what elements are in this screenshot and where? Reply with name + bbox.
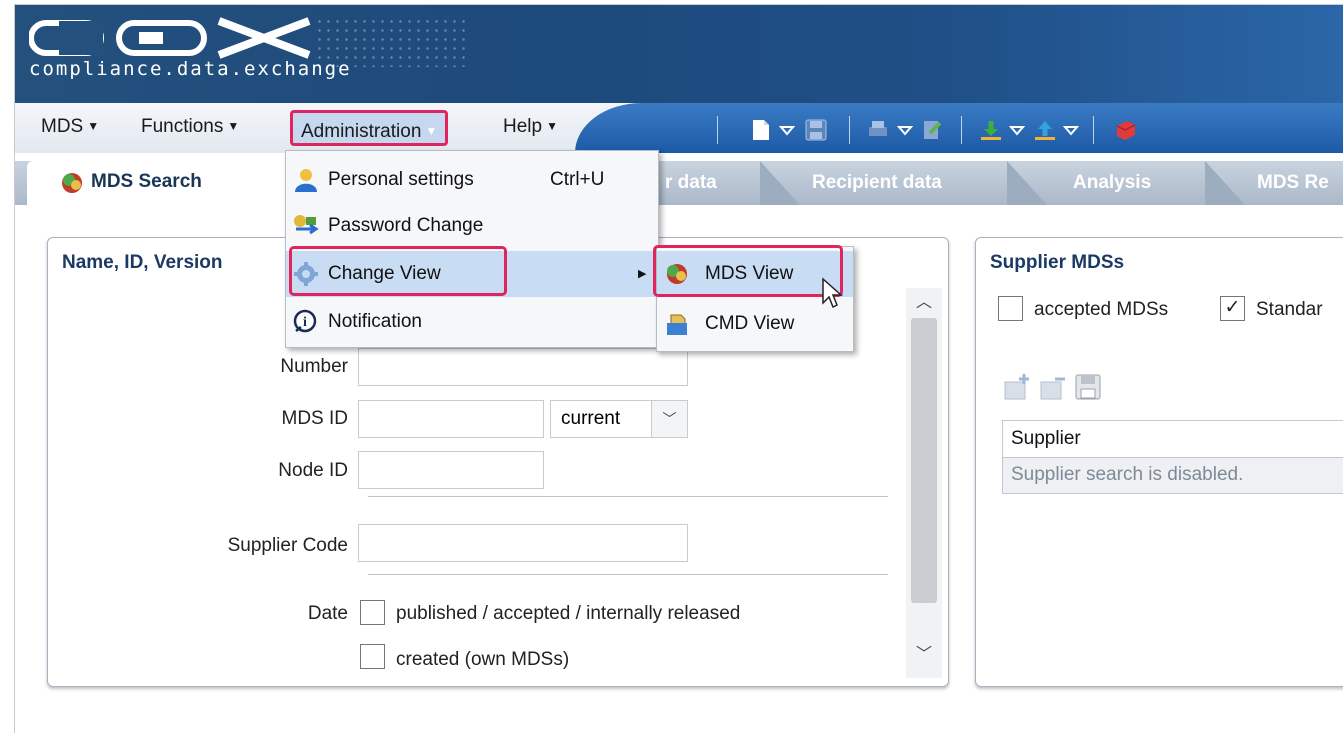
submenu-arrow-icon: ▶ xyxy=(638,268,647,280)
cube-icon[interactable] xyxy=(1113,119,1137,141)
standard-checkbox[interactable]: ✓ xyxy=(1220,296,1245,321)
shortcut-label: Ctrl+U xyxy=(550,169,605,190)
node-id-input[interactable] xyxy=(358,451,544,489)
cmd-view-icon xyxy=(667,314,687,335)
chevron-down-icon: ▼ xyxy=(87,119,100,133)
mds-id-input[interactable] xyxy=(358,400,544,438)
scrollbar-thumb[interactable] xyxy=(911,318,937,603)
table-header-supplier[interactable]: Supplier xyxy=(1002,420,1343,458)
menu-functions[interactable]: Functions ▼ xyxy=(141,113,239,139)
chevron-down-icon: ▼ xyxy=(546,119,558,133)
scroll-down-icon[interactable]: ﹀ xyxy=(906,640,942,670)
app-header: compliance.data.exchange xyxy=(15,5,1343,103)
scroll-up-icon[interactable]: ︿ xyxy=(906,288,942,318)
mds-id-label: MDS ID xyxy=(281,408,349,429)
supplier-mds-panel: Supplier MDSs accepted MDSs ✓ Standar Su… xyxy=(975,237,1343,687)
print-icon[interactable] xyxy=(867,119,889,141)
edit-document-icon[interactable] xyxy=(921,119,943,141)
chevron-down-icon: ▼ xyxy=(425,124,438,138)
dropdown-arrow-icon[interactable] xyxy=(1009,119,1025,141)
save-icon[interactable] xyxy=(805,119,827,141)
new-document-icon[interactable] xyxy=(751,119,771,141)
dropdown-arrow-icon[interactable] xyxy=(1063,119,1079,141)
menu-mds[interactable]: MDS ▼ xyxy=(41,113,99,139)
mouse-cursor-icon xyxy=(822,277,843,309)
tab-divider xyxy=(1205,161,1245,205)
standard-label: Standar xyxy=(1256,299,1323,320)
tab-divider xyxy=(760,161,800,205)
number-input[interactable] xyxy=(358,348,688,386)
add-supplier-icon[interactable] xyxy=(1002,373,1030,401)
number-label: Number xyxy=(280,356,348,377)
panel-title: Supplier MDSs xyxy=(990,252,1125,273)
panel-title: Name, ID, Version xyxy=(62,252,223,273)
app-window: compliance.data.exchange MDS ▼ Functions ▼… xyxy=(14,4,1343,733)
toolbar-background xyxy=(575,103,1343,153)
chevron-down-icon: ▼ xyxy=(227,119,240,133)
info-icon: i xyxy=(293,309,317,333)
supplier-code-label: Supplier Code xyxy=(227,535,348,556)
download-icon[interactable] xyxy=(979,119,1003,141)
upload-icon[interactable] xyxy=(1033,119,1057,141)
divider xyxy=(368,574,888,575)
chevron-down-icon[interactable]: ﹀ xyxy=(651,401,687,437)
date-label: Date xyxy=(307,603,348,624)
tab-divider xyxy=(1007,161,1047,205)
divider xyxy=(368,496,888,497)
created-checkbox-label: created (own MDSs) xyxy=(396,649,570,670)
table-message: Supplier search is disabled. xyxy=(1002,458,1343,494)
toolbar-separator xyxy=(1093,116,1094,144)
dropdown-arrow-icon[interactable] xyxy=(779,119,795,141)
menu-item-password-change[interactable]: Password Change xyxy=(286,203,658,249)
remove-supplier-icon[interactable] xyxy=(1038,373,1066,401)
save-icon[interactable] xyxy=(1074,373,1102,401)
menu-help[interactable]: Help ▼ xyxy=(503,113,558,139)
published-checkbox[interactable] xyxy=(360,600,385,625)
tab-supplier-data[interactable]: r data xyxy=(665,161,717,205)
accepted-mds-checkbox[interactable] xyxy=(998,296,1023,321)
published-checkbox-label: published / accepted / internally releas… xyxy=(396,603,741,624)
tab-analysis[interactable]: Analysis xyxy=(1073,161,1151,205)
menu-item-notification[interactable]: i Notification xyxy=(286,299,658,345)
version-select[interactable]: current ﹀ xyxy=(550,400,688,438)
password-icon xyxy=(294,215,319,235)
cdx-logo xyxy=(29,17,311,59)
logo-text: compliance.data.exchange xyxy=(29,58,352,80)
menu-administration[interactable]: Administration ▼ xyxy=(290,110,449,146)
supplier-code-input[interactable] xyxy=(358,524,688,562)
tab-mds-search[interactable]: MDS Search xyxy=(27,161,297,207)
created-checkbox[interactable] xyxy=(360,644,385,669)
tab-mds-requests[interactable]: MDS Re xyxy=(1257,161,1329,205)
node-id-label: Node ID xyxy=(278,460,348,481)
toolbar-separator xyxy=(849,116,850,144)
menu-item-personal-settings[interactable]: Personal settings Ctrl+U xyxy=(286,157,658,203)
scrollbar[interactable]: ︿ ﹀ xyxy=(906,288,942,678)
mds-view-highlight xyxy=(653,245,843,297)
dropdown-arrow-icon[interactable] xyxy=(897,119,913,141)
toolbar-separator xyxy=(961,116,962,144)
toolbar-separator xyxy=(717,116,718,144)
accepted-mds-label: accepted MDSs xyxy=(1034,299,1169,320)
svg-text:i: i xyxy=(303,315,307,330)
change-view-highlight xyxy=(289,246,507,296)
tab-recipient-data[interactable]: Recipient data xyxy=(812,161,942,205)
mds-search-icon xyxy=(62,173,82,193)
menu-bar: MDS ▼ Functions ▼ Administration ▼ Help ▼ xyxy=(15,103,1343,153)
user-icon xyxy=(295,169,317,192)
